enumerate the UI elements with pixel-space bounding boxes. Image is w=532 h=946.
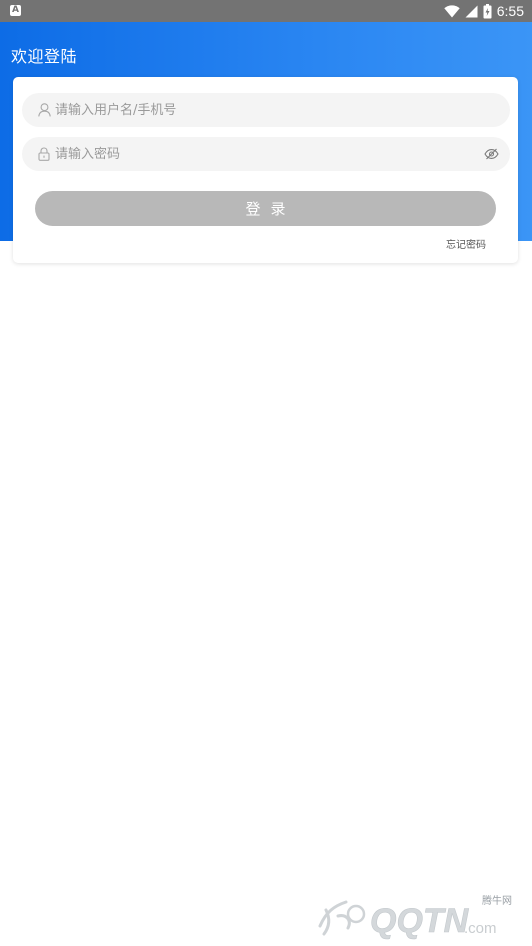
forgot-password-link[interactable]: 忘记密码 xyxy=(446,236,486,251)
status-icons: 6:55 xyxy=(444,0,524,22)
status-bar: A 6:55 xyxy=(0,0,532,22)
app-notification-icon: A xyxy=(10,5,21,16)
watermark-suffix: .com xyxy=(464,920,497,937)
username-field[interactable] xyxy=(22,93,510,127)
login-card: 登录 忘记密码 xyxy=(13,77,518,263)
login-button[interactable]: 登录 xyxy=(35,191,496,226)
watermark-logo: 腾牛网 QQTN .com xyxy=(312,892,522,940)
watermark-brand: QQTN xyxy=(370,902,470,940)
wifi-icon xyxy=(444,4,460,17)
battery-icon xyxy=(483,3,492,18)
password-input[interactable] xyxy=(55,137,483,171)
status-time: 6:55 xyxy=(496,3,524,19)
password-field[interactable] xyxy=(22,137,510,171)
eye-off-icon[interactable] xyxy=(483,146,499,162)
lock-icon xyxy=(37,147,51,161)
user-icon xyxy=(37,103,51,117)
login-screen: A 6:55 欢迎登陆 请输入用户名/手机号 登录 忘记密码 腾牛网 QQTN … xyxy=(0,0,532,946)
username-input[interactable] xyxy=(55,93,510,127)
watermark-small-text: 腾牛网 xyxy=(482,896,512,907)
page-title: 欢迎登陆 xyxy=(11,47,78,66)
signal-icon xyxy=(465,5,478,17)
